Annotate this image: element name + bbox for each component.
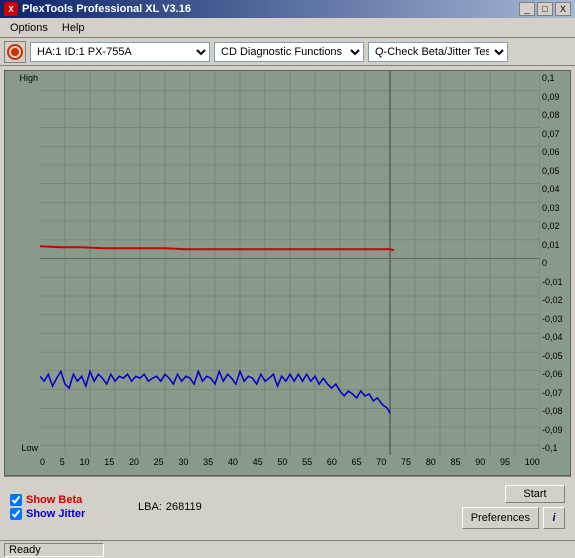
- menu-options[interactable]: Options: [4, 20, 54, 36]
- function-select[interactable]: CD Diagnostic Functions: [214, 42, 364, 62]
- y-low-label: Low: [7, 443, 38, 453]
- prefs-info-row: Preferences i: [462, 507, 565, 529]
- toolbar: HA:1 ID:1 PX-755A CD Diagnostic Function…: [0, 38, 575, 66]
- chart-inner: [40, 71, 540, 455]
- y-right-n004: -0,04: [542, 332, 568, 342]
- title-bar: X PlexTools Professional XL V3.16 _ □ X: [0, 0, 575, 18]
- buttons-right: Start Preferences i: [462, 485, 565, 529]
- menu-help[interactable]: Help: [56, 20, 91, 36]
- y-right-n007: -0,07: [542, 388, 568, 398]
- y-right-002: 0,02: [542, 221, 568, 231]
- x-axis: 0 5 10 15 20 25 30 35 40 45 50 55 60 65 …: [40, 455, 540, 475]
- main-content: High Low: [0, 66, 575, 540]
- window-title: PlexTools Professional XL V3.16: [22, 3, 191, 15]
- bottom-panel: Show Beta Show Jitter LBA: 268119 Start …: [4, 476, 571, 536]
- y-axis-left: High Low: [5, 71, 40, 455]
- show-beta-row: Show Beta: [10, 494, 130, 506]
- chart-svg: [40, 71, 540, 455]
- info-button[interactable]: i: [543, 507, 565, 529]
- menu-bar: Options Help: [0, 18, 575, 38]
- y-right-007: 0,07: [542, 129, 568, 139]
- y-right-n003: -0,03: [542, 314, 568, 324]
- close-button[interactable]: X: [555, 2, 571, 16]
- lba-value: 268119: [166, 501, 202, 513]
- y-right-n008: -0,08: [542, 406, 568, 416]
- preferences-button[interactable]: Preferences: [462, 507, 539, 529]
- start-button[interactable]: Start: [505, 485, 565, 503]
- y-right-n01: -0,1: [542, 443, 568, 453]
- lba-label: LBA:: [138, 501, 162, 513]
- y-right-008: 0,08: [542, 110, 568, 120]
- y-right-n002: -0,02: [542, 295, 568, 305]
- y-right-004: 0,04: [542, 184, 568, 194]
- y-right-009: 0,09: [542, 92, 568, 102]
- show-beta-checkbox[interactable]: [10, 494, 22, 506]
- y-high-label: High: [7, 73, 38, 83]
- title-controls[interactable]: _ □ X: [519, 2, 571, 16]
- title-bar-left: X PlexTools Professional XL V3.16: [4, 2, 191, 16]
- y-right-n001: -0,01: [542, 277, 568, 287]
- status-panel: Ready: [4, 543, 104, 557]
- lba-section: LBA: 268119: [138, 501, 454, 513]
- y-right-005: 0,05: [542, 166, 568, 176]
- y-right-n006: -0,06: [542, 369, 568, 379]
- chart-container: High Low: [4, 70, 571, 476]
- y-right-0: 0: [542, 258, 568, 268]
- toolbar-icon-button[interactable]: [4, 41, 26, 63]
- y-right-003: 0,03: [542, 203, 568, 213]
- maximize-button[interactable]: □: [537, 2, 553, 16]
- minimize-button[interactable]: _: [519, 2, 535, 16]
- drive-select[interactable]: HA:1 ID:1 PX-755A: [30, 42, 210, 62]
- app-icon: X: [4, 2, 18, 16]
- y-right-01: 0,1: [542, 73, 568, 83]
- status-text: Ready: [9, 544, 41, 556]
- checkboxes: Show Beta Show Jitter: [10, 494, 130, 520]
- y-right-006: 0,06: [542, 147, 568, 157]
- y-right-001: 0,01: [542, 240, 568, 250]
- status-bar: Ready: [0, 540, 575, 558]
- show-beta-label: Show Beta: [26, 494, 82, 506]
- y-right-n005: -0,05: [542, 351, 568, 361]
- show-jitter-row: Show Jitter: [10, 508, 130, 520]
- y-axis-right: 0,1 0,09 0,08 0,07 0,06 0,05 0,04 0,03 0…: [540, 71, 570, 455]
- test-select[interactable]: Q-Check Beta/Jitter Test: [368, 42, 508, 62]
- show-jitter-label: Show Jitter: [26, 508, 85, 520]
- show-jitter-checkbox[interactable]: [10, 508, 22, 520]
- y-right-n009: -0,09: [542, 425, 568, 435]
